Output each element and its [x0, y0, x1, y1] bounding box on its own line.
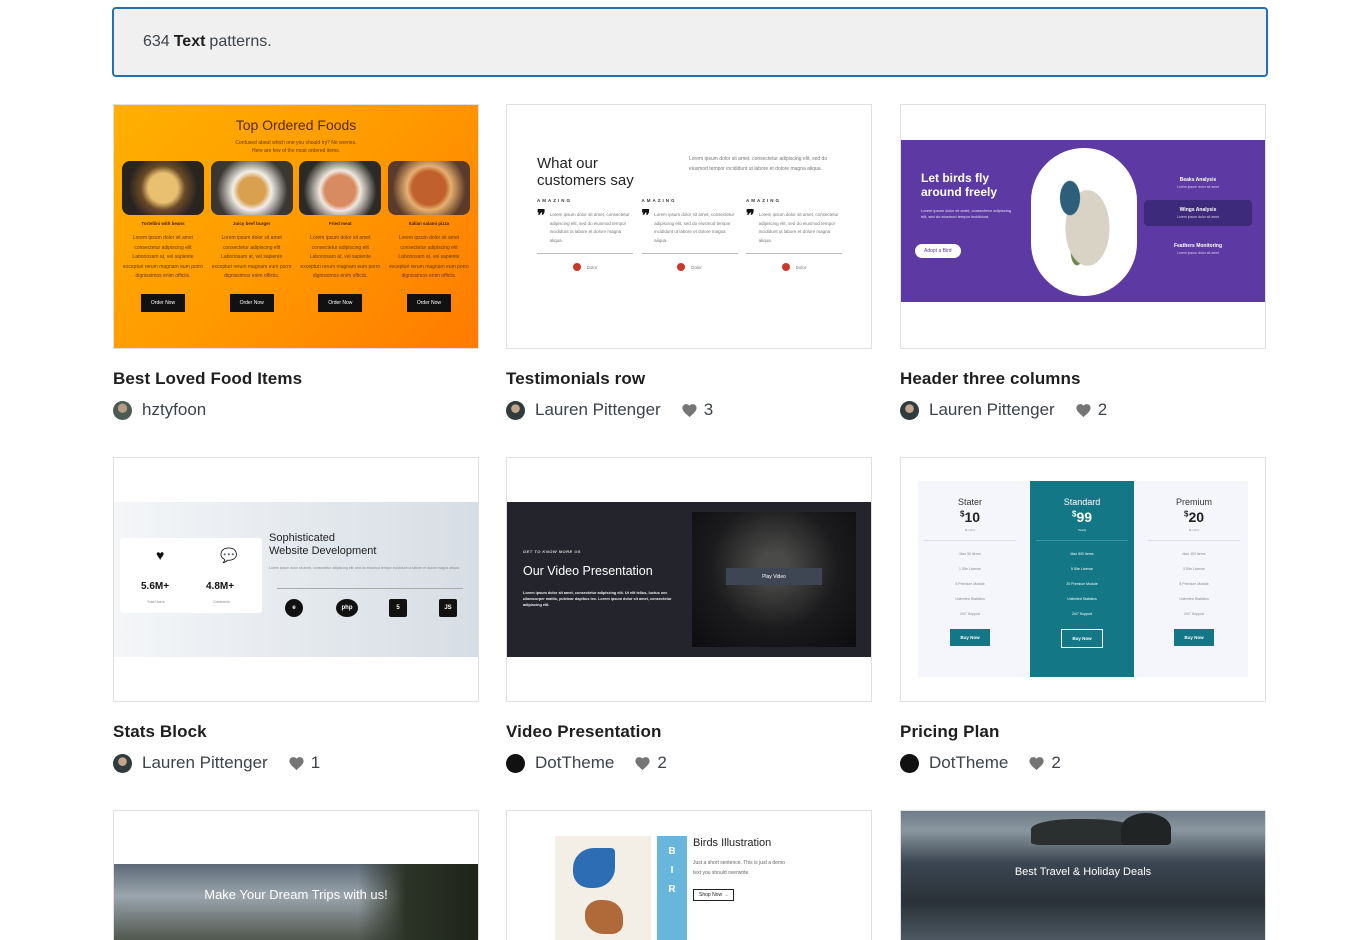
avatar: [677, 263, 686, 272]
pattern-suffix: patterns.: [209, 33, 272, 50]
pattern-preview[interactable]: Best Travel & Holiday Deals: [900, 810, 1266, 940]
pattern-meta: Lauren Pittenger 2: [900, 400, 1266, 420]
author-name[interactable]: Lauren Pittenger: [142, 753, 268, 773]
pattern-card-video-presentation[interactable]: GET TO KNOW MORE US Our Video Presentati…: [506, 457, 872, 773]
avatar: [900, 753, 919, 773]
quote-icon: ❞: [641, 208, 651, 225]
pattern-title[interactable]: Best Loved Food Items: [113, 369, 479, 389]
pattern-card-header-three-columns[interactable]: Let birds fly around freely Lorem ipsum d…: [900, 104, 1266, 420]
pattern-preview[interactable]: Make Your Dream Trips with us!: [113, 810, 479, 940]
php-logo-icon: php: [336, 599, 358, 617]
food-image: [299, 161, 382, 215]
author-name[interactable]: DotTheme: [929, 753, 1008, 773]
avatar: [900, 400, 919, 420]
avatar: [506, 400, 525, 420]
preview-heading: Top Ordered Foods: [235, 117, 357, 133]
author-name[interactable]: hztyfoon: [142, 400, 206, 420]
pattern-title[interactable]: Pricing Plan: [900, 722, 1266, 742]
pattern-category: Text: [173, 33, 206, 50]
like-count: 2: [657, 753, 667, 772]
like-count: 1: [310, 753, 321, 772]
pattern-card-best-loved-food-items[interactable]: Top Ordered Foods Confused about which o…: [113, 104, 479, 420]
food-image: [122, 161, 204, 215]
pattern-preview[interactable]: What our customers say Lorem ipsum dolor …: [506, 104, 872, 349]
food-image: [210, 161, 293, 215]
quote-icon: ❞: [537, 208, 546, 225]
comment-icon: 💬: [220, 547, 238, 563]
pattern-title[interactable]: Video Presentation: [506, 722, 872, 742]
avatar: [572, 263, 581, 272]
pattern-count: 634: [143, 33, 170, 50]
pattern-card-testimonials-row[interactable]: What our customers say Lorem ipsum dolor …: [506, 104, 872, 420]
bird-illustration: [1031, 148, 1137, 296]
pattern-preview[interactable]: Stater $10 Monthly Max 50 Items 1 Site L…: [900, 457, 1266, 702]
author-name[interactable]: DotTheme: [535, 753, 614, 773]
pattern-card-travel-deals[interactable]: Best Travel & Holiday Deals: [900, 810, 1266, 940]
food-image: [387, 161, 470, 215]
like-count: 2: [1051, 753, 1061, 772]
pattern-card-stats-block[interactable]: ♥ 💬 5.6M+ 4.8M+ Total Users Comments Sop…: [113, 457, 479, 773]
heart-icon: ♥: [156, 547, 165, 563]
heart-icon[interactable]: [1028, 755, 1045, 772]
pattern-preview[interactable]: Top Ordered Foods Confused about which o…: [113, 104, 479, 349]
html5-logo-icon: 5: [389, 599, 407, 617]
pattern-meta: Lauren Pittenger 1: [113, 753, 479, 773]
avatar: [113, 400, 132, 420]
avatar: [506, 753, 525, 773]
author-name[interactable]: Lauren Pittenger: [929, 400, 1055, 420]
pattern-title[interactable]: Stats Block: [113, 722, 479, 742]
pattern-meta: hztyfoon: [113, 400, 479, 420]
pattern-preview[interactable]: GET TO KNOW MORE US Our Video Presentati…: [506, 457, 872, 702]
pattern-meta: Lauren Pittenger 3: [506, 400, 872, 420]
pattern-count-banner: 634 Text patterns.: [112, 7, 1268, 77]
pattern-card-pricing-plan[interactable]: Stater $10 Monthly Max 50 Items 1 Site L…: [900, 457, 1266, 773]
pattern-card-dream-trips[interactable]: Make Your Dream Trips with us!: [113, 810, 479, 940]
bird-illustration: [555, 836, 651, 940]
like-count: 3: [703, 400, 714, 419]
code-logo-icon: e: [285, 599, 303, 617]
quote-icon: ❞: [746, 208, 755, 225]
pattern-preview[interactable]: ♥ 💬 5.6M+ 4.8M+ Total Users Comments Sop…: [113, 457, 479, 702]
pattern-title[interactable]: Header three columns: [900, 369, 1266, 389]
pattern-card-birds-illustration[interactable]: BIR Birds Illustration Just a short sent…: [506, 810, 872, 940]
avatar: [113, 753, 132, 773]
heart-icon[interactable]: [634, 755, 651, 772]
js-logo-icon: JS: [439, 599, 457, 617]
pattern-preview[interactable]: Let birds fly around freely Lorem ipsum d…: [900, 104, 1266, 349]
author-name[interactable]: Lauren Pittenger: [535, 400, 661, 420]
heart-icon[interactable]: [681, 402, 698, 419]
pattern-title[interactable]: Testimonials row: [506, 369, 872, 389]
avatar: [781, 263, 790, 272]
like-count: 2: [1097, 400, 1108, 419]
heart-icon[interactable]: [288, 755, 305, 772]
pattern-meta: DotTheme 2: [900, 753, 1266, 773]
pattern-preview[interactable]: BIR Birds Illustration Just a short sent…: [506, 810, 872, 940]
heart-icon[interactable]: [1075, 402, 1092, 419]
pattern-meta: DotTheme 2: [506, 753, 872, 773]
